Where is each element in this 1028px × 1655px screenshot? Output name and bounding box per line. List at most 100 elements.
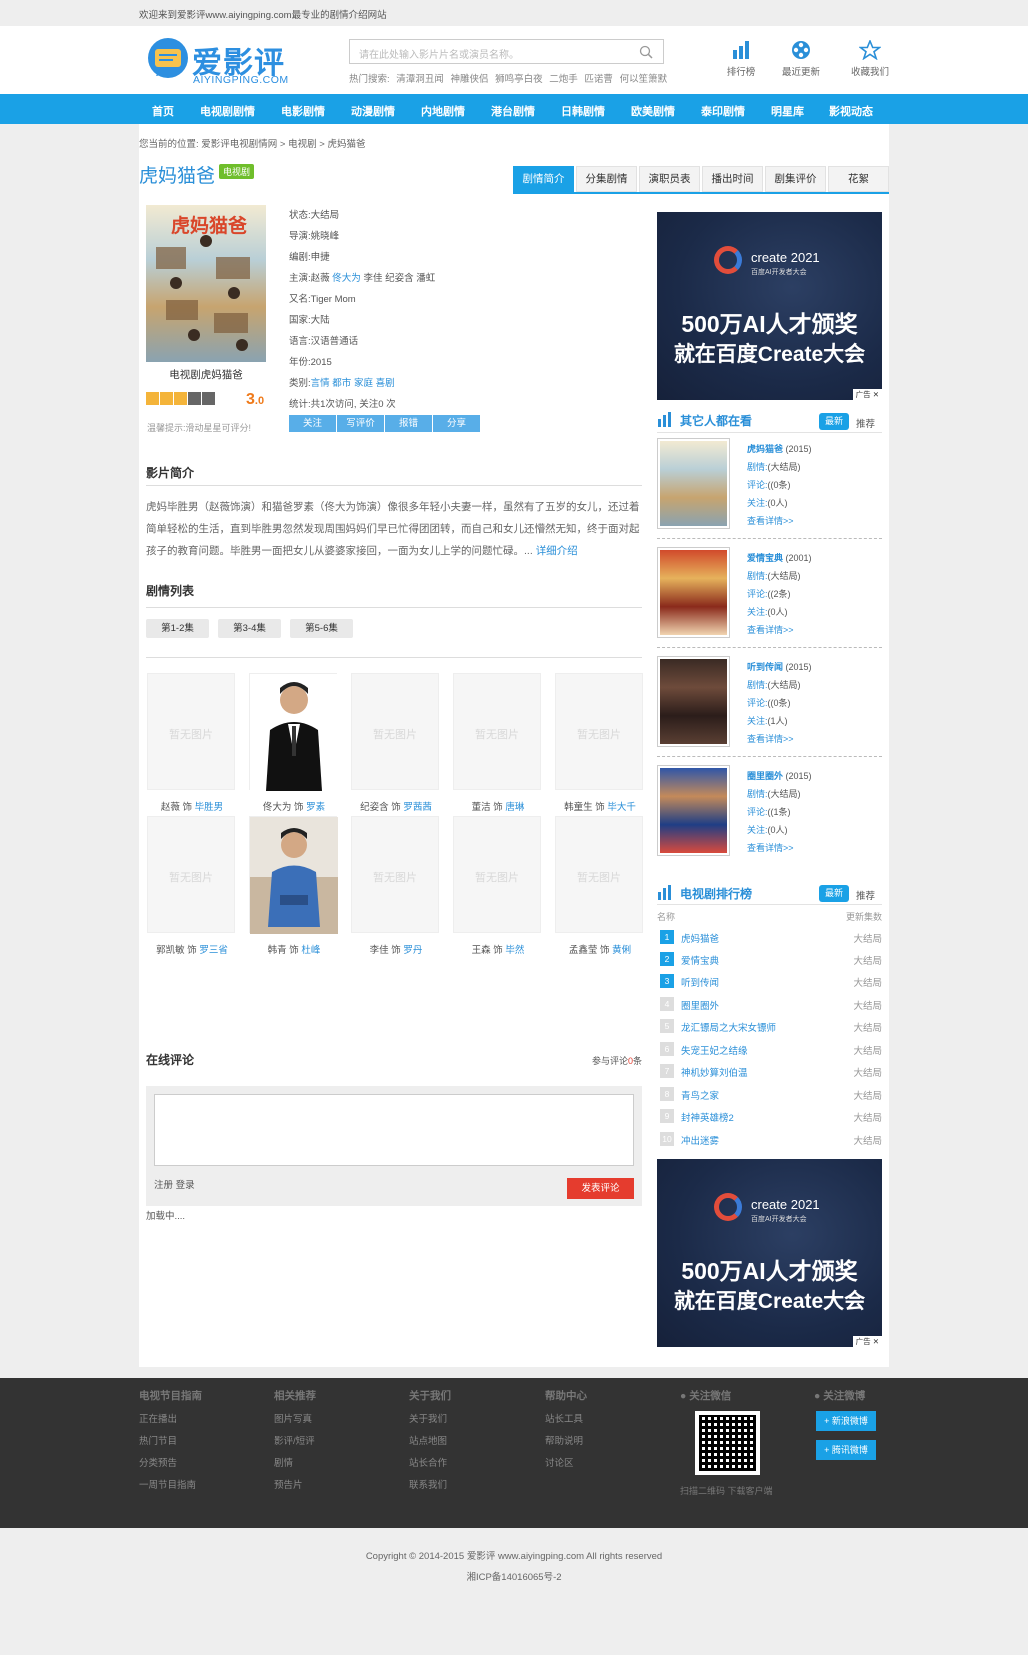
nav-item-movie[interactable]: 电影剧情 bbox=[281, 103, 325, 119]
icp-record[interactable]: 湘ICP备14016065号-2 bbox=[0, 1569, 1028, 1583]
others-thumb[interactable] bbox=[657, 765, 730, 856]
footer-link[interactable]: 讨论区 bbox=[545, 1455, 587, 1477]
hot-search-item[interactable]: 神雕侠侣 bbox=[450, 74, 488, 85]
tencent-weibo-button[interactable]: + 腾讯微博 bbox=[816, 1440, 876, 1460]
role-link[interactable]: 杜峰 bbox=[301, 945, 320, 956]
others-label[interactable]: 评论: bbox=[747, 480, 768, 490]
others-more-link[interactable]: 查看详情>> bbox=[747, 516, 794, 526]
register-link[interactable]: 注册 bbox=[154, 1180, 173, 1191]
others-label[interactable]: 关注: bbox=[747, 716, 768, 726]
hot-search-item[interactable]: 何以笙箫默 bbox=[620, 74, 668, 85]
intro-more-link[interactable]: 详细介绍 bbox=[536, 545, 578, 557]
others-label[interactable]: 评论: bbox=[747, 807, 768, 817]
role-link[interactable]: 毕大千 bbox=[607, 802, 636, 813]
rating-star-icon[interactable] bbox=[160, 392, 173, 405]
rank-title[interactable]: 神机妙算刘伯温 bbox=[681, 1065, 748, 1079]
ranking-row[interactable]: 10 冲出迷雾 大结局 bbox=[657, 1131, 882, 1147]
write-review-button[interactable]: 写评价 bbox=[337, 415, 384, 432]
ad-banner[interactable]: create 2021 百度AI开发者大会 500万AI人才颁奖 就在百度Cre… bbox=[657, 1159, 882, 1347]
site-logo[interactable]: 爱影评 AIYINGPING.COM bbox=[146, 36, 288, 86]
others-title[interactable]: 听到传闻 bbox=[747, 662, 783, 672]
others-title[interactable]: 圈里圈外 bbox=[747, 771, 783, 781]
role-link[interactable]: 黄俐 bbox=[612, 945, 631, 956]
nav-item-western[interactable]: 欧美剧情 bbox=[631, 103, 675, 119]
role-link[interactable]: 毕胜男 bbox=[195, 802, 224, 813]
nav-item-news[interactable]: 影视动态 bbox=[829, 103, 873, 119]
episode-button[interactable]: 第5-6集 bbox=[290, 619, 353, 638]
tab-episodes[interactable]: 分集剧情 bbox=[576, 166, 637, 192]
login-link[interactable]: 登录 bbox=[176, 1180, 195, 1191]
rank-title[interactable]: 失宠王妃之结缘 bbox=[681, 1043, 748, 1057]
others-label[interactable]: 评论: bbox=[747, 698, 768, 708]
footer-link[interactable]: 一周节目指南 bbox=[139, 1477, 202, 1499]
ranking-row[interactable]: 1 虎妈猫爸 大结局 bbox=[657, 929, 882, 945]
others-more-link[interactable]: 查看详情>> bbox=[747, 843, 794, 853]
others-label[interactable]: 剧情: bbox=[747, 462, 768, 472]
role-link[interactable]: 罗茜茜 bbox=[403, 802, 432, 813]
others-label[interactable]: 关注: bbox=[747, 825, 768, 835]
cast-name[interactable]: 赵薇 bbox=[311, 273, 330, 284]
hot-search-item[interactable]: 匹诺曹 bbox=[584, 74, 613, 85]
breadcrumb-home[interactable]: 爱影评电视剧情网 bbox=[201, 139, 277, 150]
role-link[interactable]: 唐琳 bbox=[505, 802, 524, 813]
genre-link[interactable]: 都市 bbox=[332, 378, 351, 389]
ranking-row[interactable]: 7 神机妙算刘伯温 大结局 bbox=[657, 1063, 882, 1079]
role-link[interactable]: 罗三省 bbox=[199, 945, 228, 956]
rating-star-icon[interactable] bbox=[188, 392, 201, 405]
footer-link[interactable]: 预告片 bbox=[274, 1477, 316, 1499]
rating-stars[interactable] bbox=[146, 392, 216, 408]
cast-card[interactable]: 韩青 饰 杜峰 bbox=[249, 816, 339, 956]
cast-card[interactable]: 暂无图片 赵薇 饰 毕胜男 bbox=[147, 673, 237, 813]
tab-trivia[interactable]: 花絮 bbox=[828, 166, 889, 192]
rank-title[interactable]: 封神英雄榜2 bbox=[681, 1110, 734, 1124]
share-button[interactable]: 分享 bbox=[433, 415, 480, 432]
breadcrumb-category[interactable]: 电视剧 bbox=[288, 139, 317, 150]
footer-link[interactable]: 关于我们 bbox=[409, 1411, 451, 1433]
others-item[interactable]: 听到传闻 (2015) 剧情:(大结局) 评论:((0条) 关注:(1人) 查看… bbox=[657, 656, 882, 751]
others-more-link[interactable]: 查看详情>> bbox=[747, 734, 794, 744]
ranking-row[interactable]: 8 青鸟之家 大结局 bbox=[657, 1086, 882, 1102]
nav-item-thai-indian[interactable]: 泰印剧情 bbox=[701, 103, 745, 119]
others-label[interactable]: 关注: bbox=[747, 498, 768, 508]
cast-card[interactable]: 暂无图片 孟鑫莹 饰 黄俐 bbox=[555, 816, 645, 956]
nav-item-home[interactable]: 首页 bbox=[152, 103, 174, 119]
submit-comment-button[interactable]: 发表评论 bbox=[567, 1178, 634, 1199]
others-item[interactable]: 虎妈猫爸 (2015) 剧情:(大结局) 评论:((0条) 关注:(0人) 查看… bbox=[657, 438, 882, 533]
cast-card[interactable]: 暂无图片 郭凯敏 饰 罗三省 bbox=[147, 816, 237, 956]
footer-link[interactable]: 图片写真 bbox=[274, 1411, 316, 1433]
role-link[interactable]: 罗丹 bbox=[403, 945, 422, 956]
ranking-link[interactable]: 排行榜 bbox=[716, 40, 766, 78]
footer-link[interactable]: 帮助说明 bbox=[545, 1433, 587, 1455]
hot-search-item[interactable]: 狮鸣亭白夜 bbox=[495, 74, 543, 85]
episode-button[interactable]: 第3-4集 bbox=[218, 619, 281, 638]
ranking-row[interactable]: 2 爱情宝典 大结局 bbox=[657, 951, 882, 967]
footer-link[interactable]: 影评/短评 bbox=[274, 1433, 316, 1455]
cast-card[interactable]: 暂无图片 李佳 饰 罗丹 bbox=[351, 816, 441, 956]
bookmark-link[interactable]: 收藏我们 bbox=[845, 40, 895, 78]
nav-item-hktw[interactable]: 港台剧情 bbox=[491, 103, 535, 119]
rating-star-icon[interactable] bbox=[202, 392, 215, 405]
cast-name[interactable]: 纪姿含 bbox=[385, 273, 414, 284]
nav-item-mainland[interactable]: 内地剧情 bbox=[421, 103, 465, 119]
genre-link[interactable]: 家庭 bbox=[354, 378, 373, 389]
genre-link[interactable]: 言情 bbox=[311, 378, 330, 389]
nav-item-jpkr[interactable]: 日韩剧情 bbox=[561, 103, 605, 119]
ranking-tab-recommended[interactable]: 推荐 bbox=[856, 888, 875, 902]
others-label[interactable]: 剧情: bbox=[747, 680, 768, 690]
cast-card[interactable]: 暂无图片 王森 饰 毕然 bbox=[453, 816, 543, 956]
cast-card[interactable]: 暂无图片 董洁 饰 唐琳 bbox=[453, 673, 543, 813]
footer-link[interactable]: 热门节目 bbox=[139, 1433, 202, 1455]
breadcrumb-current[interactable]: 虎妈猫爸 bbox=[327, 139, 365, 150]
footer-link[interactable]: 站长合作 bbox=[409, 1455, 451, 1477]
others-item[interactable]: 圈里圈外 (2015) 剧情:(大结局) 评论:((1条) 关注:(0人) 查看… bbox=[657, 765, 882, 860]
ranking-row[interactable]: 5 龙汇镖局之大宋女镖师 大结局 bbox=[657, 1018, 882, 1034]
cast-name[interactable]: 李佳 bbox=[363, 273, 382, 284]
tab-airtime[interactable]: 播出时间 bbox=[702, 166, 763, 192]
search-input[interactable]: 请在此处输入影片片名或演员名称。 bbox=[349, 39, 664, 64]
others-more-link[interactable]: 查看详情>> bbox=[747, 625, 794, 635]
others-tab-recommended[interactable]: 推荐 bbox=[856, 416, 875, 430]
genre-link[interactable]: 喜剧 bbox=[376, 378, 395, 389]
rating-star-icon[interactable] bbox=[146, 392, 159, 405]
ad-tag[interactable]: 广告 ✕ bbox=[852, 1336, 882, 1347]
hot-search-item[interactable]: 清潭洞丑闻 bbox=[396, 74, 444, 85]
